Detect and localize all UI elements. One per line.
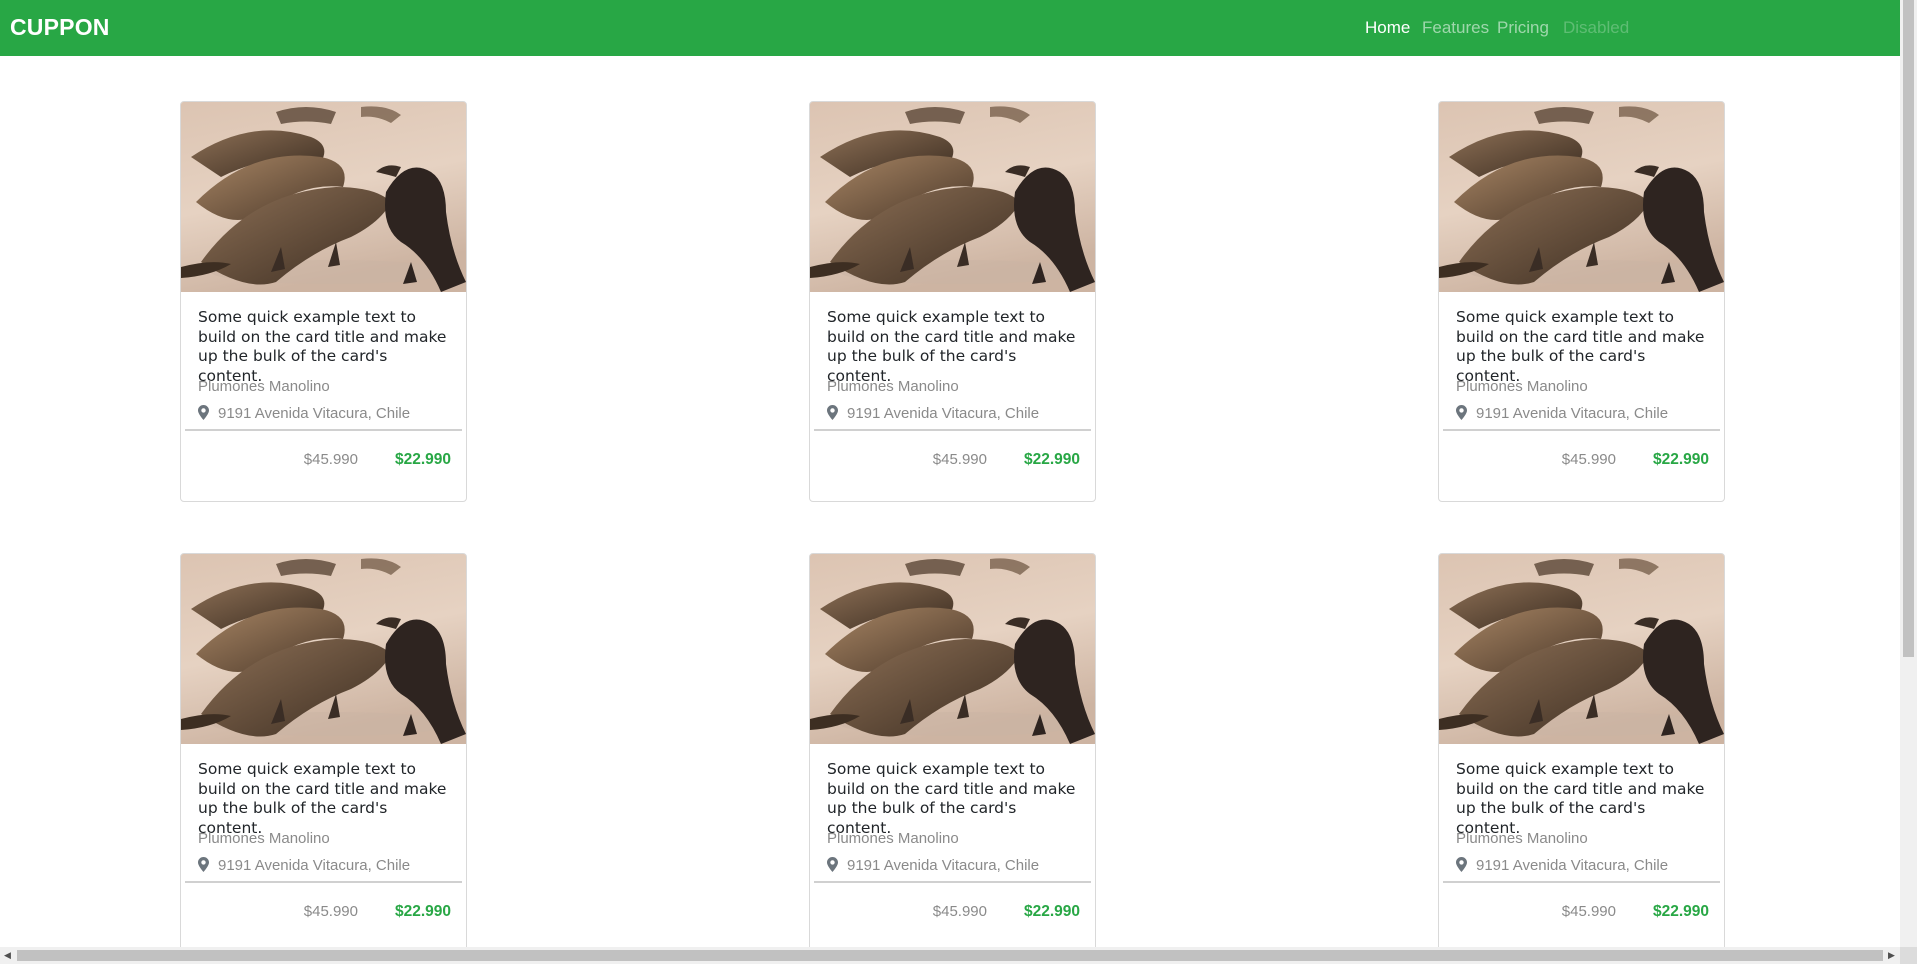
card-image: [810, 554, 1095, 744]
card-title: Some quick example text to build on the …: [827, 308, 1076, 385]
vertical-scroll-thumb[interactable]: [1903, 0, 1914, 657]
horizontal-scroll-thumb[interactable]: [17, 950, 1883, 961]
store-name: Plumones Manolino: [827, 378, 959, 395]
old-price: $45.990: [932, 451, 987, 468]
card-image: [181, 554, 466, 744]
card-location: 9191 Avenida Vitacura, Chile: [827, 857, 1039, 874]
nav-features[interactable]: Features: [1422, 18, 1489, 38]
card-location: 9191 Avenida Vitacura, Chile: [827, 405, 1039, 422]
vertical-scrollbar[interactable]: [1900, 0, 1917, 947]
new-price: $22.990: [1652, 451, 1709, 468]
store-name: Plumones Manolino: [198, 378, 330, 395]
card-title: Some quick example text to build on the …: [198, 760, 447, 837]
location-text: 9191 Avenida Vitacura, Chile: [847, 857, 1040, 874]
card-image: [810, 102, 1095, 292]
deal-card[interactable]: Some quick example text to build on the …: [1438, 553, 1725, 954]
card-divider: [814, 881, 1091, 883]
nav-disabled: Disabled: [1563, 18, 1630, 37]
deal-card[interactable]: Some quick example text to build on the …: [180, 553, 467, 954]
old-price: $45.990: [932, 903, 987, 920]
card-title: Some quick example text to build on the …: [827, 760, 1076, 837]
card-title: Some quick example text to build on the …: [1456, 308, 1705, 385]
card-title: Some quick example text to build on the …: [1456, 760, 1705, 837]
location-pin-icon: [1456, 405, 1467, 420]
card-location: 9191 Avenida Vitacura, Chile: [198, 405, 410, 422]
deal-card[interactable]: Some quick example text to build on the …: [809, 101, 1096, 502]
location-text: 9191 Avenida Vitacura, Chile: [218, 857, 411, 874]
location-pin-icon: [198, 857, 209, 872]
location-pin-icon: [1456, 857, 1467, 872]
new-price: $22.990: [394, 451, 451, 468]
new-price: $22.990: [394, 903, 451, 920]
store-name: Plumones Manolino: [827, 830, 959, 847]
old-price: $45.990: [303, 903, 358, 920]
deal-card[interactable]: Some quick example text to build on the …: [809, 553, 1096, 954]
card-image: [1439, 554, 1724, 744]
card-location: 9191 Avenida Vitacura, Chile: [1456, 405, 1668, 422]
location-pin-icon: [827, 857, 838, 872]
scrollbar-corner: [1900, 947, 1917, 964]
deal-card[interactable]: Some quick example text to build on the …: [1438, 101, 1725, 502]
old-price: $45.990: [1561, 903, 1616, 920]
nav-pricing[interactable]: Pricing: [1497, 18, 1549, 38]
card-divider: [1443, 429, 1720, 431]
card-image: [181, 102, 466, 292]
location-text: 9191 Avenida Vitacura, Chile: [1476, 405, 1669, 422]
old-price: $45.990: [303, 451, 358, 468]
deal-card[interactable]: Some quick example text to build on the …: [180, 101, 467, 502]
new-price: $22.990: [1023, 451, 1080, 468]
old-price: $45.990: [1561, 451, 1616, 468]
store-name: Plumones Manolino: [1456, 830, 1588, 847]
card-location: 9191 Avenida Vitacura, Chile: [198, 857, 410, 874]
card-divider: [1443, 881, 1720, 883]
new-price: $22.990: [1023, 903, 1080, 920]
location-pin-icon: [827, 405, 838, 420]
top-navbar: CUPPON Home Features Pricing Disabled: [0, 0, 1900, 56]
store-name: Plumones Manolino: [1456, 378, 1588, 395]
brand-logo[interactable]: CUPPON: [10, 14, 110, 41]
location-text: 9191 Avenida Vitacura, Chile: [847, 405, 1040, 422]
card-divider: [185, 881, 462, 883]
card-divider: [814, 429, 1091, 431]
card-title: Some quick example text to build on the …: [198, 308, 447, 385]
nav-home[interactable]: Home: [1365, 18, 1410, 38]
card-divider: [185, 429, 462, 431]
location-text: 9191 Avenida Vitacura, Chile: [1476, 857, 1669, 874]
horizontal-scrollbar[interactable]: ◀ ▶: [0, 947, 1900, 964]
card-location: 9191 Avenida Vitacura, Chile: [1456, 857, 1668, 874]
new-price: $22.990: [1652, 903, 1709, 920]
location-pin-icon: [198, 405, 209, 420]
scroll-right-arrow-icon[interactable]: ▶: [1888, 950, 1895, 961]
card-image: [1439, 102, 1724, 292]
scroll-left-arrow-icon[interactable]: ◀: [4, 950, 11, 961]
store-name: Plumones Manolino: [198, 830, 330, 847]
location-text: 9191 Avenida Vitacura, Chile: [218, 405, 411, 422]
